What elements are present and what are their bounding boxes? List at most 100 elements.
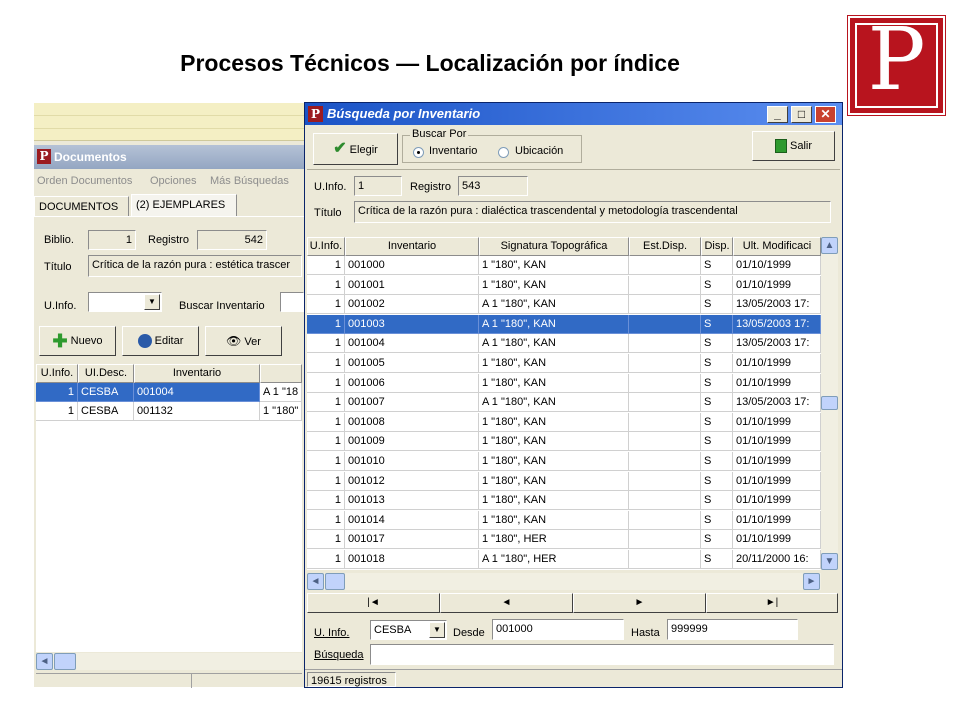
documentos-title: Documentos — [54, 150, 127, 164]
minimize-icon[interactable]: _ — [767, 106, 788, 123]
cell-inv: 001012 — [345, 471, 479, 491]
col-header-est-disp[interactable]: Est.Disp. — [629, 237, 701, 256]
editar-button[interactable]: Editar — [122, 326, 199, 356]
scroll-left-icon[interactable]: ◄ — [36, 653, 53, 670]
cell-sig: A 1 "180", KAN — [479, 314, 629, 334]
registro-label: Registro — [148, 234, 189, 246]
cell-uinfo: 1 — [307, 510, 345, 530]
cell-inv: 001003 — [345, 314, 479, 334]
ver-button[interactable]: 👁 Ver — [205, 326, 282, 356]
cell-inv: 001004 — [345, 334, 479, 354]
cell-sig: A 1 "180", KAN — [479, 295, 629, 315]
radio-ubicacion[interactable] — [498, 147, 509, 158]
desde-label: Desde — [453, 627, 485, 639]
buscar-inventario-input[interactable] — [280, 292, 304, 312]
results-hscrollbar[interactable]: ◄ ► — [307, 573, 821, 590]
cell-est — [629, 295, 701, 315]
cell-mod: 01/10/1999 — [733, 491, 821, 511]
dropdown-arrow-icon[interactable]: ▼ — [144, 294, 160, 310]
cell-est — [629, 432, 701, 452]
desde-input[interactable]: 001000 — [492, 619, 624, 640]
cell-mod: 13/05/2003 17: — [733, 295, 821, 315]
busqueda-label: Búsqueda — [314, 649, 364, 661]
scroll-left-icon[interactable]: ◄ — [307, 573, 324, 590]
uinfo-search-select[interactable]: CESBA ▼ — [370, 620, 447, 640]
results-vscrollbar[interactable]: ▲ ▼ — [821, 237, 838, 570]
uinfo-select[interactable]: ▼ — [88, 292, 162, 312]
menu-mas-busquedas[interactable]: Más Búsquedas — [210, 175, 289, 187]
close-icon[interactable]: ✕ — [815, 106, 836, 123]
col-header-signatura[interactable] — [260, 364, 302, 383]
cell-inv: 001000 — [345, 256, 479, 275]
exit-door-icon — [774, 139, 787, 154]
maximize-icon[interactable]: □ — [791, 106, 812, 123]
cell-uinfo: 1 — [307, 334, 345, 354]
plus-icon: ✚ — [52, 331, 68, 352]
cell-uinfo: 1 — [307, 256, 345, 275]
scroll-up-icon[interactable]: ▲ — [821, 237, 838, 254]
menu-opciones[interactable]: Opciones — [150, 175, 196, 187]
col-header-ult-modificacion[interactable]: Ult. Modificaci — [733, 237, 821, 256]
col-header-uidesc[interactable]: UI.Desc. — [78, 364, 134, 383]
cell-sig: 1 "180", KAN — [479, 510, 629, 530]
nav-next-button[interactable]: ► — [573, 593, 706, 613]
cell-est — [629, 275, 701, 295]
cell-mod: 01/10/1999 — [733, 412, 821, 432]
back-hscrollbar[interactable]: ◄ — [36, 653, 302, 670]
dialog-titlebar[interactable]: P Búsqueda por Inventario _ □ ✕ — [305, 103, 842, 125]
busqueda-inventario-dialog: P Búsqueda por Inventario _ □ ✕ ✔ Elegir… — [304, 102, 843, 688]
scroll-thumb[interactable] — [54, 653, 76, 670]
col-header-uinfo[interactable]: U.Info. — [36, 364, 78, 383]
titulo-field: Crítica de la razón pura : estética tras… — [88, 255, 302, 277]
col-header-disp[interactable]: Disp. — [701, 237, 733, 256]
scroll-thumb[interactable] — [821, 396, 838, 410]
cell-uinfo: 1 — [307, 295, 345, 315]
cell-disp: S — [701, 354, 733, 373]
cell-inv: 001009 — [345, 432, 479, 452]
cell-inv: 001005 — [345, 354, 479, 373]
dropdown-arrow-icon[interactable]: ▼ — [429, 622, 445, 638]
col-header-inventario[interactable]: Inventario — [134, 364, 260, 383]
salir-button[interactable]: Salir — [752, 131, 835, 161]
cell-est — [629, 354, 701, 373]
scroll-right-icon[interactable]: ► — [803, 573, 820, 590]
cell-est — [629, 550, 701, 569]
hasta-input[interactable]: 999999 — [667, 619, 798, 640]
nuevo-button[interactable]: ✚ Nuevo — [39, 326, 116, 356]
radio-inventario[interactable] — [413, 147, 424, 158]
scroll-thumb[interactable] — [325, 573, 345, 590]
cell-inv: 001014 — [345, 510, 479, 530]
col-header-uinfo[interactable]: U.Info. — [307, 237, 345, 256]
busqueda-input[interactable] — [370, 644, 834, 665]
cell-mod: 01/10/1999 — [733, 530, 821, 550]
checkmark-icon: ✔ — [333, 140, 347, 157]
cell-inv: 001008 — [345, 412, 479, 432]
cell-mod: 20/11/2000 16: — [733, 550, 821, 569]
nav-prev-button[interactable]: ◄ — [440, 593, 573, 613]
scroll-down-icon[interactable]: ▼ — [821, 553, 838, 570]
cell-mod: 01/10/1999 — [733, 256, 821, 275]
col-header-inventario[interactable]: Inventario — [345, 237, 479, 256]
uinfo-search-label: U. Info. — [314, 627, 350, 639]
nav-first-button[interactable]: |◄ — [307, 593, 440, 613]
documentos-titlebar[interactable]: P Documentos — [34, 145, 306, 169]
cell-uinfo: 1 — [307, 275, 345, 295]
cell-mod: 13/05/2003 17: — [733, 334, 821, 354]
elegir-button[interactable]: ✔ Elegir — [313, 133, 398, 165]
nav-last-button[interactable]: ►| — [706, 593, 838, 613]
buscar-inventario-label: Buscar Inventario — [179, 300, 265, 312]
cell-est — [629, 491, 701, 511]
tab-documentos[interactable]: DOCUMENTOS — [34, 196, 129, 216]
tab-ejemplares[interactable]: (2) EJEMPLARES — [131, 194, 237, 216]
cell-uinfo: 1 — [307, 314, 345, 334]
cell-uinfo: 1 — [307, 354, 345, 373]
cell-inv: 001018 — [345, 550, 479, 569]
cell-disp: S — [701, 334, 733, 354]
cell-est — [629, 373, 701, 393]
cell-inv: 001007 — [345, 393, 479, 413]
cell-disp: S — [701, 373, 733, 393]
col-header-signatura[interactable]: Signatura Topográfica — [479, 237, 629, 256]
background-app-strip — [34, 103, 306, 141]
menu-orden-documentos[interactable]: Orden Documentos — [37, 175, 132, 187]
cell-sig: 1 "180", KAN — [479, 275, 629, 295]
